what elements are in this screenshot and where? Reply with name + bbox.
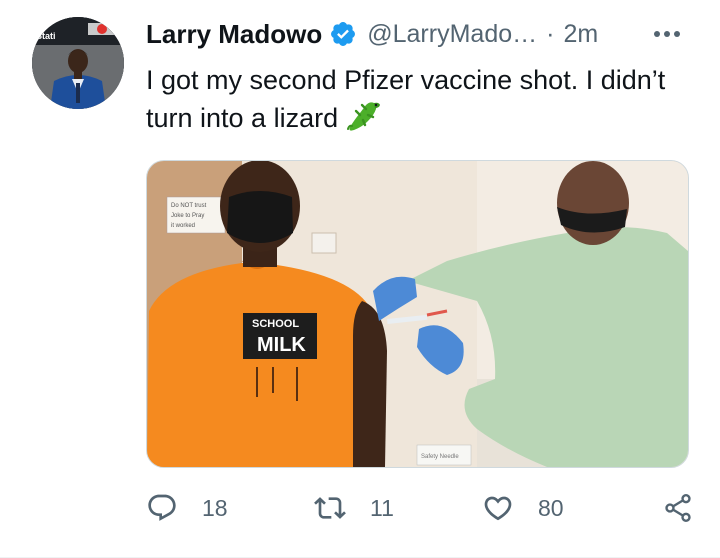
- tweet-actions: 18 11 80: [146, 486, 694, 530]
- retweet-button[interactable]: 11: [314, 492, 482, 524]
- author-name[interactable]: Larry Madowo: [146, 19, 322, 50]
- reply-button[interactable]: 18: [146, 492, 314, 524]
- tweet-text: I got my second Pfizer vaccine shot. I d…: [146, 62, 706, 137]
- vaccine-photo: Do NOT trust Joke to Pray it worked Safe…: [147, 161, 688, 467]
- reply-count: 18: [202, 494, 228, 521]
- verified-badge-icon: [331, 22, 356, 46]
- avatar-sign-text-1: ot: [40, 20, 49, 30]
- shirt-text-2: MILK: [257, 334, 306, 356]
- separator-dot: ·: [546, 19, 555, 48]
- author-handle[interactable]: @LarryMado…: [367, 20, 537, 49]
- wall-sign-line-2: Joke to Pray: [171, 213, 204, 219]
- reply-icon: [148, 494, 176, 521]
- tweet-media-photo[interactable]: Do NOT trust Joke to Pray it worked Safe…: [146, 160, 689, 468]
- share-icon: [665, 494, 691, 522]
- tweet-header: Larry Madowo @LarryMado… · 2m: [146, 14, 696, 54]
- avatar-photo: ot Stati: [32, 17, 124, 109]
- wall-sign-line-1: Do NOT trust: [171, 203, 207, 209]
- share-button[interactable]: [662, 492, 694, 524]
- like-button[interactable]: 80: [482, 492, 652, 524]
- shirt-text-1: SCHOOL: [252, 318, 299, 330]
- wall-sign: Do NOT trust Joke to Pray it worked: [166, 196, 226, 234]
- box-label: Safety Needle: [421, 454, 459, 460]
- more-options-icon[interactable]: [650, 20, 684, 48]
- tweet-text-content: I got my second Pfizer vaccine shot. I d…: [146, 65, 666, 133]
- heart-icon: [484, 496, 512, 521]
- retweet-icon: [314, 497, 346, 519]
- avatar-sign-text-2: Stati: [36, 31, 56, 41]
- wall-sign-line-3: it worked: [171, 223, 195, 229]
- tweet-timestamp[interactable]: 2m: [563, 20, 598, 49]
- author-avatar[interactable]: ot Stati: [32, 17, 124, 109]
- lizard-emoji-icon: [347, 102, 381, 131]
- retweet-count: 11: [370, 494, 394, 521]
- like-count: 80: [538, 494, 564, 521]
